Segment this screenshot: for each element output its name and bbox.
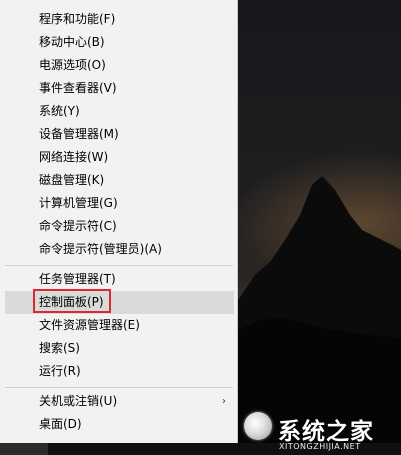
menu-item-mobility-center[interactable]: 移动中心(B) <box>0 31 236 54</box>
menu-item-command-prompt[interactable]: 命令提示符(C) <box>0 215 236 238</box>
menu-item-search[interactable]: 搜索(S) <box>0 337 236 360</box>
menu-item-shutdown-signout[interactable]: 关机或注销(U) › <box>0 390 236 413</box>
chevron-right-icon: › <box>222 396 226 407</box>
menu-item-shutdown-label: 关机或注销(U) <box>39 394 118 408</box>
menu-item-power-options[interactable]: 电源选项(O) <box>0 54 236 77</box>
menu-item-network-connections[interactable]: 网络连接(W) <box>0 146 236 169</box>
menu-separator <box>5 387 233 388</box>
menu-item-file-explorer[interactable]: 文件资源管理器(E) <box>0 314 236 337</box>
menu-item-disk-management[interactable]: 磁盘管理(K) <box>0 169 236 192</box>
menu-item-task-manager[interactable]: 任务管理器(T) <box>0 268 236 291</box>
menu-item-event-viewer[interactable]: 事件查看器(V) <box>0 77 236 100</box>
start-button[interactable] <box>0 443 48 455</box>
menu-item-desktop[interactable]: 桌面(D) <box>0 413 236 436</box>
menu-item-system[interactable]: 系统(Y) <box>0 100 236 123</box>
brand-logo-icon <box>244 412 272 440</box>
highlight-annotation-box <box>33 289 111 313</box>
menu-item-device-manager[interactable]: 设备管理器(M) <box>0 123 236 146</box>
menu-item-command-prompt-admin[interactable]: 命令提示符(管理员)(A) <box>0 238 236 261</box>
menu-item-computer-management[interactable]: 计算机管理(G) <box>0 192 236 215</box>
menu-item-run[interactable]: 运行(R) <box>0 360 236 383</box>
menu-item-programs-features[interactable]: 程序和功能(F) <box>0 8 236 31</box>
menu-separator <box>5 265 233 266</box>
watermark: 系统之家 XITONGZHIJIA.NET <box>238 408 401 455</box>
winx-context-menu: 程序和功能(F) 移动中心(B) 电源选项(O) 事件查看器(V) 系统(Y) … <box>0 0 238 443</box>
watermark-brand-cn: 系统之家 <box>278 419 374 445</box>
watermark-brand-en: XITONGZHIJIA.NET <box>279 442 361 451</box>
